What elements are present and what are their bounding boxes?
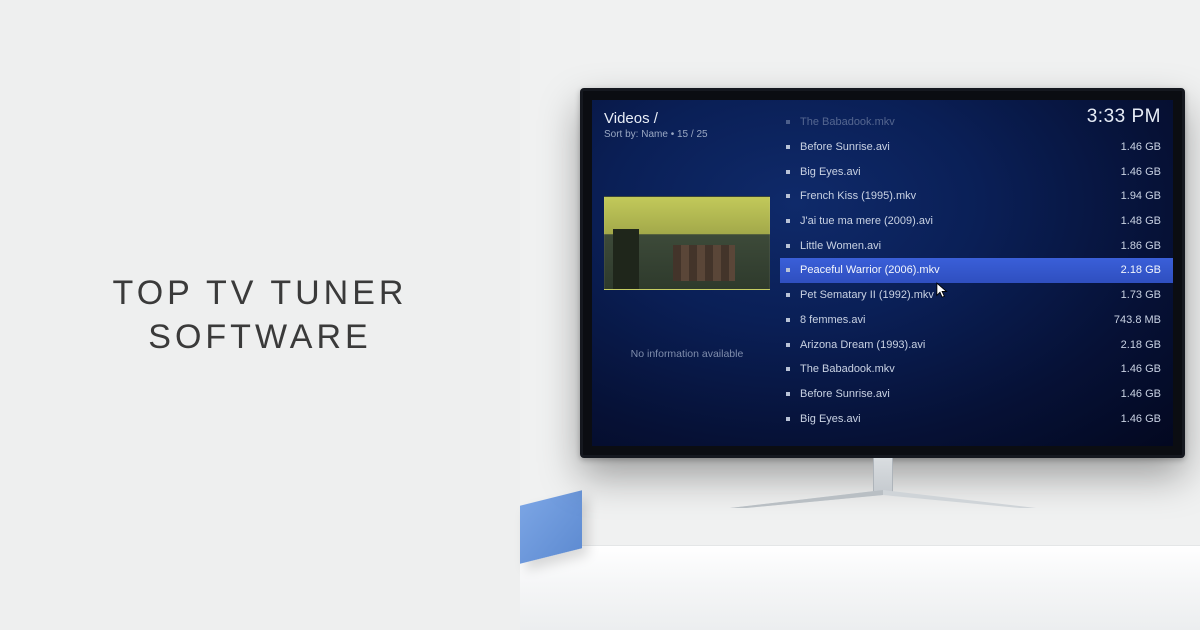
bullet-icon: [786, 392, 790, 396]
file-name: French Kiss (1995).mkv: [800, 190, 1113, 202]
file-name: Before Sunrise.avi: [800, 388, 1113, 400]
list-item[interactable]: Big Eyes.avi1.46 GB: [780, 406, 1173, 431]
promo-title-line1: TOP TV TUNER: [113, 271, 408, 315]
sort-line[interactable]: Sort by: Name • 15 / 25: [604, 129, 770, 140]
bullet-icon: [786, 244, 790, 248]
file-name: 8 femmes.avi: [800, 314, 1106, 326]
promo-title-line2: SOFTWARE: [113, 315, 408, 359]
screen: Videos / Sort by: Name • 15 / 25 No info…: [592, 100, 1173, 446]
file-name: Peaceful Warrior (2006).mkv: [800, 264, 1113, 276]
item-counter: 15 / 25: [677, 129, 708, 140]
bullet-icon: [786, 194, 790, 198]
bullet-icon: [786, 170, 790, 174]
list-item[interactable]: French Kiss (1995).mkv1.94 GB: [780, 184, 1173, 209]
bullet-icon: [786, 318, 790, 322]
tv-stand-neck: [873, 458, 893, 494]
file-size: 1.94 GB: [1113, 190, 1161, 202]
list-item[interactable]: Arizona Dream (1993).avi2.18 GB: [780, 332, 1173, 357]
list-item[interactable]: Peaceful Warrior (2006).mkv2.18 GB: [780, 258, 1173, 283]
breadcrumb[interactable]: Videos /: [604, 110, 770, 127]
list-item[interactable]: 8 femmes.avi743.8 MB: [780, 308, 1173, 333]
file-name: J'ai tue ma mere (2009).avi: [800, 215, 1113, 227]
file-size: 2.18 GB: [1113, 339, 1161, 351]
bullet-icon: [786, 343, 790, 347]
screen-left-column: Videos / Sort by: Name • 15 / 25 No info…: [592, 100, 780, 446]
tv-stand-base: [730, 490, 1036, 508]
file-name: The Babadook.mkv: [800, 363, 1113, 375]
file-size: 743.8 MB: [1106, 314, 1161, 326]
bullet-icon: [786, 219, 790, 223]
bullet-icon: [786, 417, 790, 421]
bullet-icon: [786, 367, 790, 371]
list-item[interactable]: J'ai tue ma mere (2009).avi1.48 GB: [780, 209, 1173, 234]
list-item[interactable]: Little Women.avi1.86 GB: [780, 233, 1173, 258]
file-size: 1.46 GB: [1113, 141, 1161, 153]
no-info-label: No information available: [604, 348, 770, 360]
promo-title: TOP TV TUNER SOFTWARE: [113, 271, 408, 359]
list-item[interactable]: Pet Sematary II (1992).mkv1.73 GB: [780, 283, 1173, 308]
file-size: 1.46 GB: [1113, 363, 1161, 375]
file-name: Little Women.avi: [800, 240, 1113, 252]
screen-right-column: 3:33 PM The Babadook.mkvBefore Sunrise.a…: [780, 100, 1173, 446]
shelf: [520, 545, 1200, 630]
file-name: Big Eyes.avi: [800, 166, 1113, 178]
list-item[interactable]: Before Sunrise.avi1.46 GB: [780, 382, 1173, 407]
scene: Videos / Sort by: Name • 15 / 25 No info…: [520, 0, 1200, 630]
file-name: Big Eyes.avi: [800, 413, 1113, 425]
file-list[interactable]: The Babadook.mkvBefore Sunrise.avi1.46 G…: [780, 110, 1173, 431]
list-item[interactable]: Big Eyes.avi1.46 GB: [780, 159, 1173, 184]
bullet-icon: [786, 145, 790, 149]
preview-thumbnail: [604, 196, 770, 290]
file-size: 2.18 GB: [1113, 264, 1161, 276]
bullet-icon: [786, 268, 790, 272]
file-size: 1.73 GB: [1113, 289, 1161, 301]
sort-label: Sort by: Name: [604, 129, 668, 140]
tv-frame: Videos / Sort by: Name • 15 / 25 No info…: [580, 88, 1185, 458]
file-name: Arizona Dream (1993).avi: [800, 339, 1113, 351]
bullet-icon: [786, 120, 790, 124]
file-size: 1.86 GB: [1113, 240, 1161, 252]
list-item[interactable]: The Babadook.mkv1.46 GB: [780, 357, 1173, 382]
promo-panel: TOP TV TUNER SOFTWARE: [0, 0, 520, 630]
file-size: 1.46 GB: [1113, 388, 1161, 400]
list-item[interactable]: Before Sunrise.avi1.46 GB: [780, 135, 1173, 160]
file-size: 1.46 GB: [1113, 413, 1161, 425]
file-name: The Babadook.mkv: [800, 116, 1153, 128]
tv: Videos / Sort by: Name • 15 / 25 No info…: [580, 88, 1185, 508]
file-size: 1.48 GB: [1113, 215, 1161, 227]
file-size: 1.46 GB: [1113, 166, 1161, 178]
file-name: Before Sunrise.avi: [800, 141, 1113, 153]
bullet-icon: [786, 293, 790, 297]
file-name: Pet Sematary II (1992).mkv: [800, 289, 1113, 301]
mouse-cursor-icon: [936, 282, 950, 300]
